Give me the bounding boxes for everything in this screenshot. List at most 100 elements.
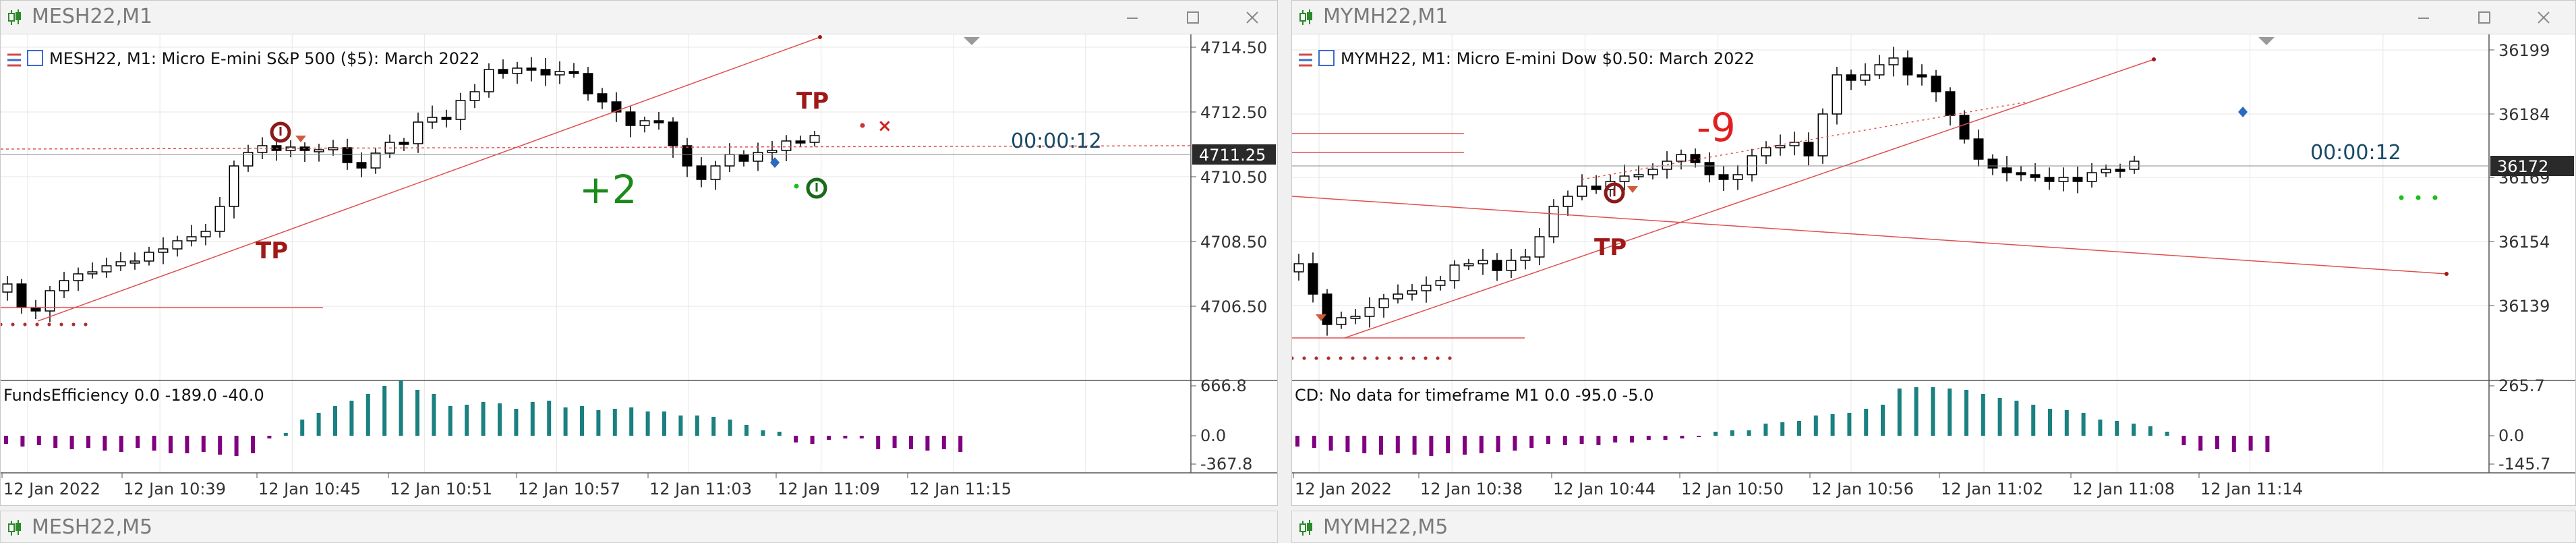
bear-candle[interactable] bbox=[1803, 142, 1814, 156]
minimized-window-mes-m5[interactable]: MESH22,M5 bbox=[0, 511, 1278, 543]
bull-candle[interactable] bbox=[2058, 177, 2069, 182]
close-icon[interactable] bbox=[1240, 6, 1264, 29]
bull-candle[interactable] bbox=[1336, 317, 1347, 325]
chart-area[interactable]: 4714.50 4712.50 4710.50 4708.50 4706.50 MESH2… bbox=[1, 34, 1277, 505]
bear-candle[interactable] bbox=[2072, 177, 2083, 182]
bull-candle[interactable] bbox=[1888, 57, 1899, 65]
bull-candle[interactable] bbox=[455, 100, 466, 120]
close-x-icon[interactable]: × bbox=[877, 116, 892, 136]
window-titlebar[interactable]: MYMH22,M1 bbox=[1292, 1, 2575, 34]
window-titlebar[interactable]: MESH22,M1 bbox=[1, 1, 1277, 34]
bear-candle[interactable] bbox=[16, 283, 27, 308]
bull-candle[interactable] bbox=[724, 154, 735, 167]
bull-candle[interactable] bbox=[229, 165, 239, 207]
bull-candle[interactable] bbox=[639, 120, 650, 126]
bull-candle[interactable] bbox=[1662, 161, 1672, 170]
bear-candle[interactable] bbox=[2044, 177, 2055, 182]
bull-candle[interactable] bbox=[101, 265, 112, 273]
chart-window-mym[interactable]: MYMH22,M1 36199 36184 36169 36154 36139 MYMH2… bbox=[1291, 0, 2576, 506]
bear-candle[interactable] bbox=[1846, 74, 1856, 81]
bull-candle[interactable] bbox=[2, 283, 13, 293]
bull-candle[interactable] bbox=[129, 260, 140, 264]
bull-candle[interactable] bbox=[172, 240, 183, 250]
bull-candle[interactable] bbox=[469, 91, 480, 101]
bull-candle[interactable] bbox=[1761, 147, 1772, 156]
bear-candle[interactable] bbox=[696, 165, 707, 180]
bear-candle[interactable] bbox=[597, 93, 608, 103]
bear-candle[interactable] bbox=[1945, 91, 1956, 116]
bull-candle[interactable] bbox=[314, 149, 324, 152]
bull-candle[interactable] bbox=[427, 117, 438, 123]
bear-candle[interactable] bbox=[1931, 76, 1941, 92]
bull-candle[interactable] bbox=[512, 67, 523, 74]
bear-candle[interactable] bbox=[342, 147, 353, 163]
bull-candle[interactable] bbox=[59, 280, 69, 291]
bull-candle[interactable] bbox=[484, 69, 494, 92]
bull-candle[interactable] bbox=[1647, 169, 1658, 175]
bull-candle[interactable] bbox=[1562, 196, 1573, 207]
bear-candle[interactable] bbox=[299, 146, 310, 151]
bull-candle[interactable] bbox=[1817, 113, 1828, 156]
bull-candle[interactable] bbox=[1874, 64, 1885, 76]
bull-candle[interactable] bbox=[1534, 236, 1545, 258]
bull-candle[interactable] bbox=[1477, 260, 1488, 264]
bear-candle[interactable] bbox=[1308, 263, 1318, 295]
bull-candle[interactable] bbox=[2129, 161, 2140, 170]
chart-properties-icon[interactable] bbox=[1318, 50, 1335, 66]
bull-candle[interactable] bbox=[554, 71, 565, 76]
bear-candle[interactable] bbox=[1322, 293, 1333, 325]
bull-candle[interactable] bbox=[1732, 174, 1743, 180]
bear-candle[interactable] bbox=[738, 154, 749, 162]
trend-line-anchor[interactable] bbox=[818, 35, 822, 39]
bull-candle[interactable] bbox=[1832, 74, 1842, 115]
bear-candle[interactable] bbox=[526, 67, 537, 71]
bear-candle[interactable] bbox=[583, 73, 593, 94]
bull-candle[interactable] bbox=[1619, 175, 1630, 182]
bear-candle[interactable] bbox=[1916, 74, 1927, 78]
bull-candle[interactable] bbox=[1548, 206, 1559, 237]
bull-candle[interactable] bbox=[1577, 185, 1587, 197]
bear-candle[interactable] bbox=[1987, 159, 1998, 169]
bull-candle[interactable] bbox=[781, 140, 792, 151]
close-icon[interactable] bbox=[2531, 6, 2556, 29]
bear-candle[interactable] bbox=[682, 145, 693, 167]
bull-candle[interactable] bbox=[413, 121, 423, 144]
bear-candle[interactable] bbox=[2016, 172, 2026, 175]
bear-candle[interactable] bbox=[399, 142, 409, 145]
bear-candle[interactable] bbox=[653, 120, 664, 123]
bull-candle[interactable] bbox=[1350, 316, 1361, 319]
bull-candle[interactable] bbox=[200, 231, 211, 237]
bull-candle[interactable] bbox=[115, 261, 126, 266]
bear-candle[interactable] bbox=[668, 121, 678, 146]
chart-properties-icon[interactable] bbox=[27, 50, 43, 66]
bear-candle[interactable] bbox=[441, 117, 452, 120]
bear-candle[interactable] bbox=[611, 101, 622, 113]
trend-line-anchor[interactable] bbox=[2152, 57, 2156, 61]
bull-candle[interactable] bbox=[257, 145, 268, 153]
bear-candle[interactable] bbox=[1718, 174, 1729, 180]
bull-candle[interactable] bbox=[144, 252, 154, 262]
bear-candle[interactable] bbox=[540, 69, 551, 76]
bear-candle[interactable] bbox=[1973, 138, 1984, 160]
minimize-icon[interactable] bbox=[1120, 6, 1144, 29]
bull-candle[interactable] bbox=[2086, 172, 2097, 182]
bear-candle[interactable] bbox=[2030, 174, 2041, 178]
bull-candle[interactable] bbox=[1435, 280, 1446, 286]
bull-candle[interactable] bbox=[1407, 290, 1417, 295]
minimized-window-mym-m5[interactable]: MYMH22,M5 bbox=[1291, 511, 2576, 543]
bear-candle[interactable] bbox=[2001, 167, 2012, 173]
bear-candle[interactable] bbox=[795, 140, 806, 144]
bull-candle[interactable] bbox=[1463, 263, 1474, 266]
bull-candle[interactable] bbox=[1393, 293, 1403, 299]
bull-candle[interactable] bbox=[186, 236, 197, 241]
bull-candle[interactable] bbox=[767, 150, 778, 153]
bull-candle[interactable] bbox=[1676, 154, 1687, 162]
bull-candle[interactable] bbox=[1747, 155, 1757, 175]
bull-candle[interactable] bbox=[1506, 260, 1517, 271]
bull-candle[interactable] bbox=[1449, 264, 1460, 281]
bull-candle[interactable] bbox=[753, 152, 763, 162]
bear-candle[interactable] bbox=[625, 111, 636, 126]
bull-candle[interactable] bbox=[1520, 256, 1531, 261]
chart-area[interactable]: 3619936184361693615436139MYMH22, M1: Mic… bbox=[1292, 34, 2575, 505]
bull-candle[interactable] bbox=[73, 273, 84, 281]
